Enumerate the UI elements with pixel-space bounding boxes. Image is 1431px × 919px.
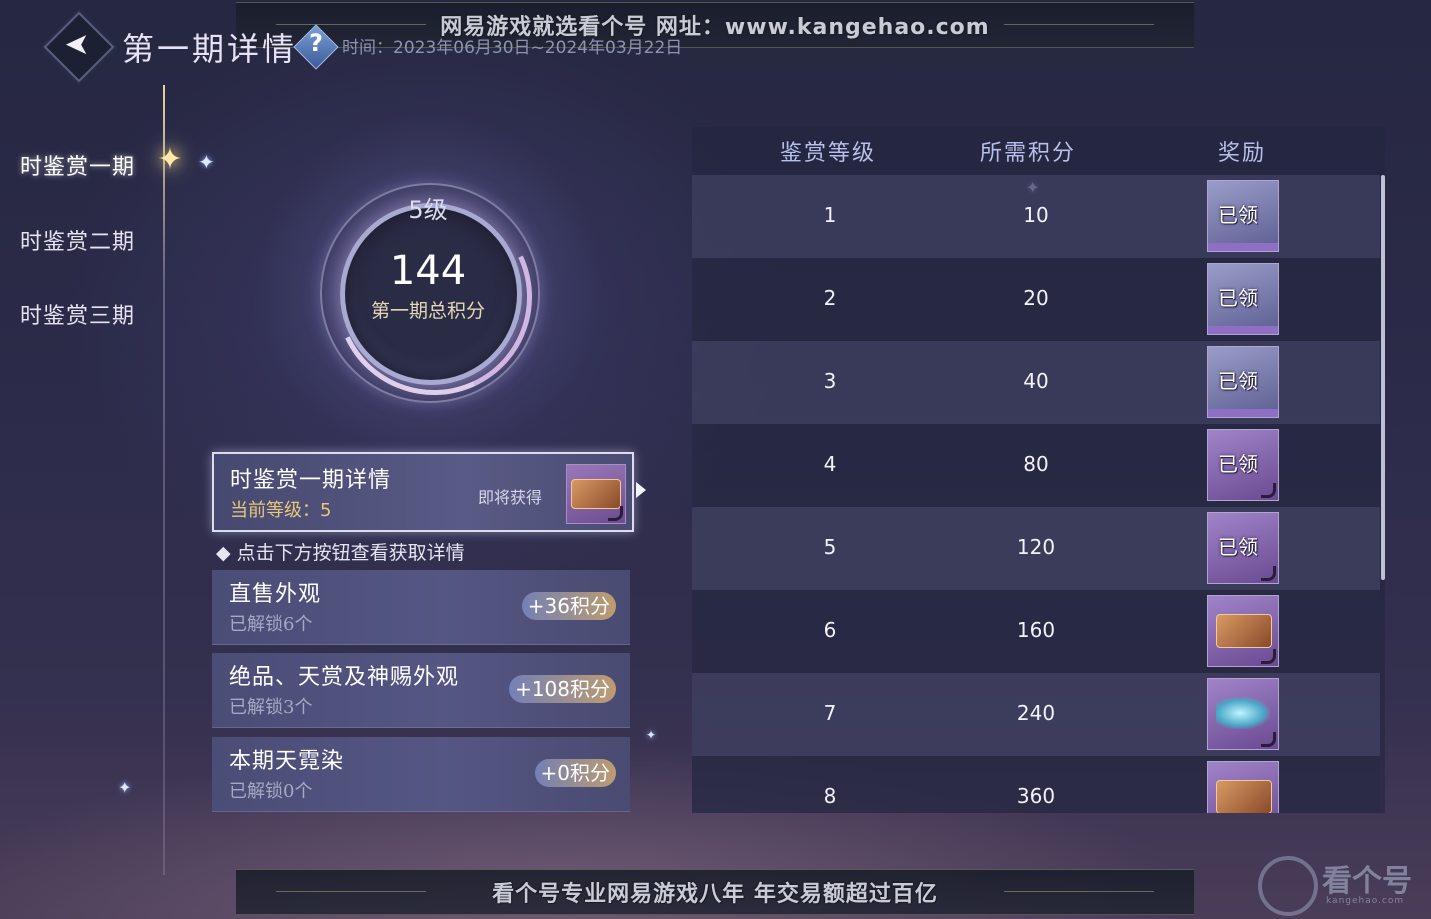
source-card-direct-sale[interactable]: 直售外观 已解锁6个 +36积分 xyxy=(212,570,630,645)
source-unlocked: 已解锁3个 xyxy=(229,697,313,718)
sparkle-icon: ✦ xyxy=(198,150,215,174)
table-header-reward: 奖励 xyxy=(1218,141,1267,166)
detail-level-value: 5 xyxy=(320,500,332,521)
detail-level-label: 当前等级： xyxy=(230,500,320,521)
sidebar-tab-period-3[interactable]: 时鉴赏三期 xyxy=(20,298,135,330)
reward-corner-decoration xyxy=(1261,649,1276,664)
row-level: 7 xyxy=(823,701,837,725)
source-points: +0积分 xyxy=(534,759,616,787)
sparkle-icon: ✦ xyxy=(118,778,132,797)
source-title: 直售外观 xyxy=(229,582,322,607)
active-tab-star-icon: ✦ xyxy=(157,142,183,177)
table-row[interactable]: 7 240 xyxy=(692,673,1380,756)
box-icon xyxy=(1216,614,1272,648)
reward-item[interactable]: 已领 xyxy=(1207,263,1279,335)
source-points: +36积分 xyxy=(521,592,616,620)
reward-item[interactable]: 已领 xyxy=(1207,512,1279,584)
reward-table[interactable]: 鉴赏等级 所需积分 奖励 1 10 已领 2 20 已领 3 40 已领 4 8… xyxy=(692,127,1385,813)
row-points: 160 xyxy=(1016,618,1056,642)
upcoming-reward-icon[interactable] xyxy=(566,464,626,524)
table-header-level: 鉴赏等级 xyxy=(780,141,877,166)
watermark-logo-url: kangehao.com xyxy=(1326,896,1405,906)
reward-bar xyxy=(1208,326,1278,334)
reward-item[interactable]: 已领 xyxy=(1207,429,1279,501)
row-points: 120 xyxy=(1016,535,1056,559)
detail-title: 时鉴赏一期详情 xyxy=(230,468,392,493)
row-points: 240 xyxy=(1016,701,1056,725)
row-level: 6 xyxy=(823,618,837,642)
sidebar-divider xyxy=(163,85,165,875)
claimed-tag: 已领 xyxy=(1218,286,1258,310)
sparkle-icon: ✦ xyxy=(646,728,657,742)
sidebar-tab-period-1[interactable]: 时鉴赏一期 xyxy=(20,149,135,181)
upcoming-label: 即将获得 xyxy=(478,488,543,507)
row-level: 5 xyxy=(823,535,837,559)
source-unlocked: 已解锁0个 xyxy=(229,781,313,802)
detail-current-level: 当前等级：5 xyxy=(230,496,331,522)
table-row[interactable]: 3 40 已领 xyxy=(692,341,1380,424)
period-detail-card[interactable]: 时鉴赏一期详情 当前等级：5 即将获得 xyxy=(212,452,646,532)
claimed-tag: 已领 xyxy=(1218,203,1258,227)
reward-corner-decoration xyxy=(1261,566,1276,581)
total-score: 144 xyxy=(389,248,467,294)
row-level: 2 xyxy=(823,286,837,310)
source-card-dye[interactable]: 本期天霓染 已解锁0个 +0积分 xyxy=(212,737,630,812)
row-level: 8 xyxy=(823,784,837,808)
row-points: 80 xyxy=(1023,452,1049,476)
table-row[interactable]: 2 20 已领 xyxy=(692,258,1380,341)
source-unlocked: 已解锁6个 xyxy=(229,614,313,635)
sidebar-tab-period-2[interactable]: 时鉴赏二期 xyxy=(20,224,135,256)
reward-item[interactable] xyxy=(1207,678,1279,750)
row-level: 4 xyxy=(823,452,837,476)
row-level: 1 xyxy=(823,203,837,227)
help-icon[interactable]: ? xyxy=(300,29,332,57)
source-points: +108积分 xyxy=(509,675,616,703)
box-icon xyxy=(1216,780,1272,813)
row-points: 10 xyxy=(1023,203,1049,227)
reward-bar xyxy=(1208,243,1278,251)
hint-text: ◆ 点击下方按钮查看获取详情 xyxy=(216,542,465,564)
table-scrollbar[interactable] xyxy=(1381,175,1385,580)
reward-item[interactable] xyxy=(1207,595,1279,667)
source-title: 绝品、天赏及神赐外观 xyxy=(229,665,460,690)
source-card-premium[interactable]: 绝品、天赏及神赐外观 已解锁3个 +108积分 xyxy=(212,653,630,728)
reward-item[interactable]: 已领 xyxy=(1207,180,1279,252)
detail-expand-arrow-icon xyxy=(636,482,646,498)
back-arrow-icon[interactable]: ➤ xyxy=(60,27,94,62)
reward-bar xyxy=(1208,409,1278,417)
page-title: 第一期详情 xyxy=(122,30,298,68)
table-row[interactable]: 6 160 xyxy=(692,590,1380,673)
row-level: 3 xyxy=(823,369,837,393)
reward-corner-decoration xyxy=(1261,732,1276,747)
bottom-watermark-text: 看个号专业网易游戏八年 年交易额超过百亿 xyxy=(492,882,938,907)
bottom-watermark-banner: 看个号专业网易游戏八年 年交易额超过百亿 xyxy=(236,869,1194,915)
current-level: 5级 xyxy=(408,196,448,224)
table-header-points: 所需积分 xyxy=(980,141,1077,166)
row-points: 40 xyxy=(1023,369,1049,393)
table-row[interactable]: 8 360 xyxy=(692,756,1380,813)
reward-corner-decoration xyxy=(608,506,623,521)
box-icon xyxy=(571,479,621,509)
reward-item[interactable]: 已领 xyxy=(1207,346,1279,418)
eye-logo-icon xyxy=(1258,856,1318,916)
row-points: 360 xyxy=(1016,784,1056,808)
period-time: 时间：2023年06月30日~2024年03月22日 xyxy=(342,38,683,58)
source-title: 本期天霓染 xyxy=(229,749,345,774)
watermark-logo: 看个号 kangehao.com xyxy=(1258,852,1428,916)
claimed-tag: 已领 xyxy=(1218,535,1258,559)
table-row[interactable]: 4 80 已领 xyxy=(692,424,1380,507)
claimed-tag: 已领 xyxy=(1218,452,1258,476)
fish-icon xyxy=(1216,697,1270,729)
reward-corner-decoration xyxy=(1261,483,1276,498)
claimed-tag: 已领 xyxy=(1218,369,1258,393)
total-score-caption: 第一期总积分 xyxy=(370,300,485,322)
table-row[interactable]: 5 120 已领 xyxy=(692,507,1380,590)
row-points: 20 xyxy=(1023,286,1049,310)
reward-item[interactable] xyxy=(1207,761,1279,813)
watermark-logo-text: 看个号 xyxy=(1322,864,1412,899)
table-row[interactable]: 1 10 已领 xyxy=(692,175,1380,258)
